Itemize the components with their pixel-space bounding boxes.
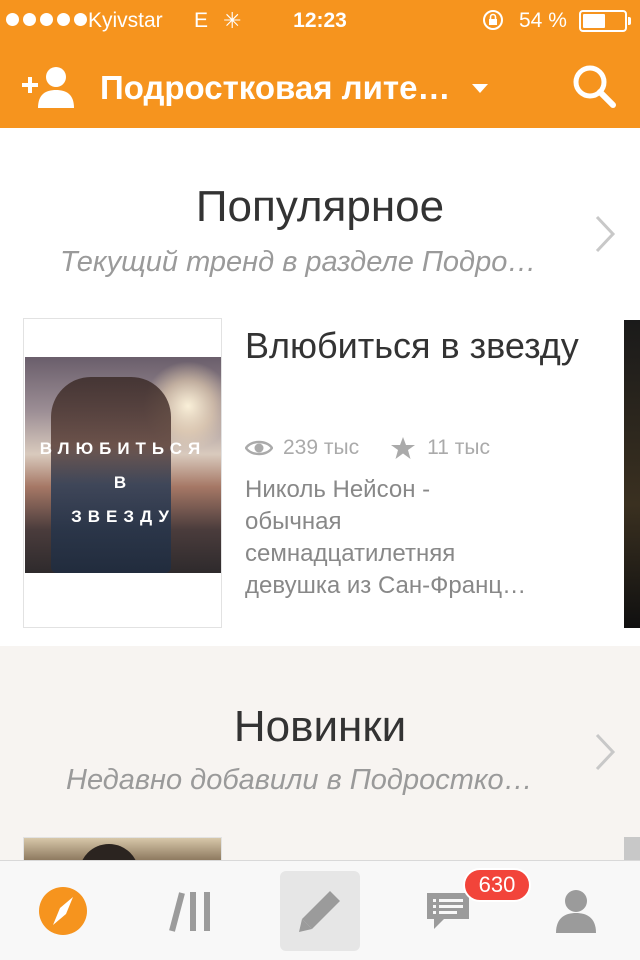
chevron-right-icon[interactable] [594, 214, 616, 254]
category-selector[interactable]: Подростковая лите… [100, 68, 530, 108]
tab-bar [0, 860, 640, 960]
tab-library[interactable] [152, 871, 232, 951]
description-line: девушка из Сан-Франц… [245, 572, 527, 599]
battery-icon [579, 10, 631, 32]
section-subtitle: Недавно добавили в Подростко… [66, 764, 533, 796]
book-title[interactable]: Влюбиться в звезду [245, 324, 605, 368]
section-title: Новинки [233, 702, 407, 751]
cover-text: В [113, 473, 133, 492]
messages-badge: 630 [463, 868, 531, 902]
description-line: Николь Нейсон - [245, 476, 431, 503]
add-user-icon[interactable] [20, 66, 74, 108]
rotation-lock-icon [483, 10, 503, 30]
book-cover[interactable] [23, 837, 222, 860]
book-description: Николь Нейсон - обычная семнадцатилетняя… [245, 474, 590, 602]
pencil-icon [299, 891, 340, 932]
chevron-right-icon[interactable] [594, 732, 616, 772]
views-count: 239 тыс [283, 436, 360, 459]
library-icon [169, 892, 210, 932]
section-subtitle: Текущий тренд в разделе Подро… [60, 246, 537, 278]
book-stats: 239 тыс 11 тыс [245, 434, 490, 462]
popular-section: Популярное Текущий тренд в разделе Подро… [0, 128, 640, 646]
description-line: семнадцатилетняя [245, 540, 456, 567]
cover-text: ВЛЮБИТЬСЯ [39, 439, 207, 458]
new-section: Новинки Недавно добавили в Подростко… [0, 646, 640, 860]
section-title: Популярное [195, 182, 445, 231]
tab-discover[interactable] [23, 871, 103, 951]
compass-icon [39, 887, 87, 935]
battery-percent: 54 % [519, 9, 567, 32]
search-icon[interactable] [572, 64, 616, 108]
eye-icon [245, 440, 273, 456]
book-cover-image: ВЛЮБИТЬСЯ В ЗВЕЗДУ [25, 357, 221, 573]
cover-text: ЗВЕЗДУ [71, 507, 175, 526]
tab-profile[interactable] [536, 871, 616, 951]
star-icon [391, 437, 416, 459]
next-book-cover[interactable] [624, 320, 640, 628]
profile-icon [556, 890, 596, 933]
nav-bar: Подростковая лите… [0, 40, 640, 128]
tab-write[interactable] [280, 871, 360, 951]
category-title: Подростковая лите… [100, 69, 451, 106]
description-line: обычная [245, 508, 342, 535]
votes-count: 11 тыс [427, 436, 490, 459]
app-header: Kyivstar E ✳ 12:23 54 % Подростковая лит… [0, 0, 640, 128]
next-book-cover[interactable] [624, 837, 640, 860]
status-bar: Kyivstar E ✳ 12:23 54 % [0, 0, 640, 40]
dropdown-caret-icon [472, 83, 489, 93]
book-cover[interactable]: ВЛЮБИТЬСЯ В ЗВЕЗДУ [23, 318, 222, 628]
